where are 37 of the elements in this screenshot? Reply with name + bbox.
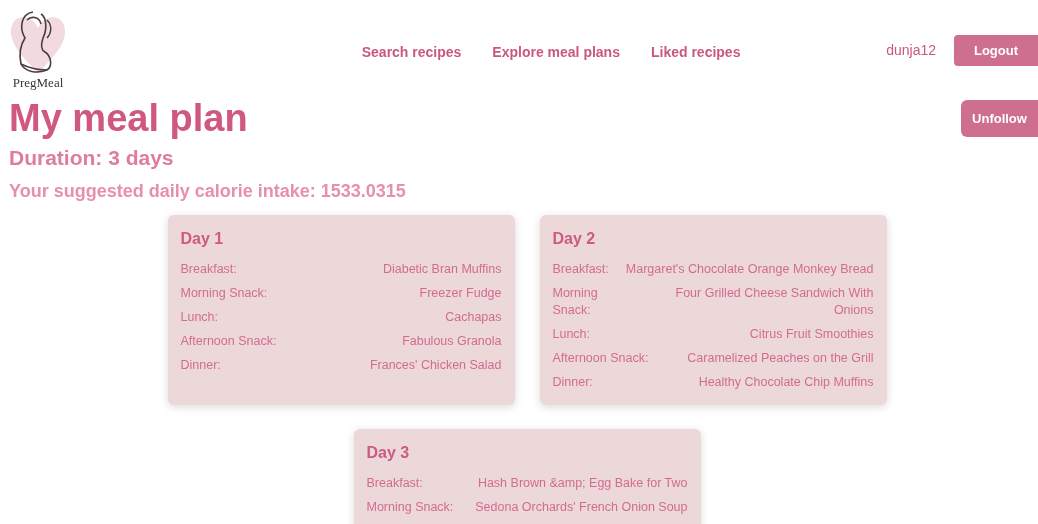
logo-text: PregMeal [12, 76, 64, 90]
recipe-name[interactable]: Frances' Chicken Salad [369, 356, 502, 374]
recipe-name[interactable]: Caramelized Peaches on the Grill [687, 349, 874, 367]
meal-label: Lunch: [180, 308, 219, 326]
page-title: My meal plan [9, 96, 249, 140]
duration-text: Duration: 3 days [9, 145, 175, 171]
username[interactable]: dunja12 [886, 40, 936, 61]
nav-link[interactable]: Liked recipes [650, 42, 741, 63]
calorie-text: Your suggested daily calorie intake: 1533.0315 [9, 179, 406, 203]
meal-label: Breakfast: [180, 260, 237, 278]
meal-label: Morning Snack: [366, 498, 454, 516]
logout-button[interactable]: Logout [954, 35, 1038, 66]
meal-label: Dinner: [552, 373, 593, 391]
recipe-name[interactable]: Sedona Orchards' French Onion Soup [475, 498, 688, 516]
recipe-name[interactable]: Four Grilled Cheese Sandwich With Onions [642, 284, 874, 319]
recipe-name[interactable]: Fabulous Granola [402, 332, 502, 350]
recipe-name[interactable]: Cachapas [445, 308, 502, 326]
nav-link[interactable]: Search recipes [361, 42, 462, 63]
meal-label: Breakfast: [552, 260, 609, 278]
meal-label: Afternoon Snack: [552, 349, 649, 367]
unfollow-button[interactable]: Unfollow [961, 100, 1038, 137]
recipe-name[interactable]: Freezer Fudge [419, 284, 502, 302]
recipe-name[interactable]: Hash Brown &amp; Egg Bake for Two [477, 474, 688, 492]
meal-label: Dinner: [180, 356, 221, 374]
meal-label: Afternoon Snack: [180, 332, 277, 350]
recipe-name[interactable]: Diabetic Bran Muffins [382, 260, 502, 278]
recipe-name[interactable]: Healthy Chocolate Chip Muffins [698, 373, 874, 391]
meal-label: Morning Snack: [552, 284, 599, 319]
day-title: Day 3 [366, 442, 411, 463]
day-title: Day 2 [552, 228, 597, 249]
nav-link[interactable]: Explore meal plans [492, 42, 620, 63]
meal-label: Morning Snack: [180, 284, 268, 302]
meal-label: Breakfast: [366, 474, 423, 492]
meal-label: Lunch: [552, 325, 591, 343]
day-title: Day 1 [180, 228, 225, 249]
recipe-name[interactable]: Citrus Fruit Smoothies [749, 325, 874, 343]
recipe-name[interactable]: Margaret's Chocolate Orange Monkey Bread [625, 260, 874, 278]
